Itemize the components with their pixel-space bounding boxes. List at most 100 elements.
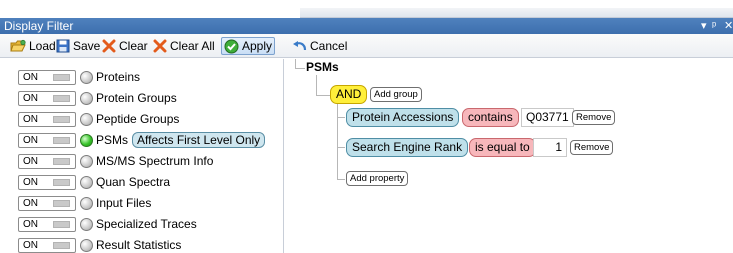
level-toggle[interactable]: ON [18, 111, 76, 127]
toggle-knob [53, 136, 70, 144]
folder-icon [10, 39, 26, 52]
broom-icon [102, 39, 116, 53]
cancel-label: Cancel [310, 39, 348, 53]
status-dot-icon [80, 238, 93, 252]
status-dot-icon [80, 91, 93, 105]
property-chip[interactable]: Protein Accessions [346, 108, 460, 127]
status-dot-icon [80, 217, 93, 231]
toggle-knob [53, 220, 70, 228]
operator-chip[interactable]: is equal to [469, 138, 536, 157]
tree-connector [316, 75, 317, 95]
undo-arrow-icon [293, 41, 307, 51]
toggle-knob [53, 241, 70, 249]
level-toggle[interactable]: ON [18, 216, 76, 232]
toggle-label: ON [23, 134, 38, 146]
toggle-knob [53, 73, 70, 81]
level-toggle[interactable]: ON [18, 90, 76, 106]
toggle-knob [53, 115, 70, 123]
level-toggle[interactable]: ON [18, 132, 76, 148]
title-band: Display Filter ▾ ᵖ ✕ [0, 18, 733, 34]
logical-operator-chip[interactable]: AND [330, 85, 368, 104]
clear-all-button[interactable]: Clear All [151, 37, 217, 55]
value-input[interactable]: 1 [533, 138, 567, 157]
level-row-result-statistics[interactable]: ON Result Statistics [18, 236, 181, 253]
apply-label: Apply [242, 39, 273, 53]
level-row-msms-spectrum-info[interactable]: ON MS/MS Spectrum Info [18, 152, 213, 170]
toggle-label: ON [23, 155, 38, 167]
save-button[interactable]: Save [54, 37, 102, 55]
status-dot-icon [80, 70, 93, 84]
level-toggle[interactable]: ON [18, 195, 76, 211]
level-label: Quan Spectra [96, 175, 171, 189]
level-row-specialized-traces[interactable]: ON Specialized Traces [18, 215, 197, 233]
level-list: ON Proteins ON Protein Groups ON Peptide… [0, 59, 284, 253]
toggle-knob [53, 199, 70, 207]
level-toggle[interactable]: ON [18, 237, 76, 253]
add-group-button[interactable]: Add group [370, 87, 422, 102]
tree-connector [316, 95, 330, 96]
title-bar: Display Filter ▾ ᵖ ✕ [0, 0, 733, 34]
affects-first-level-badge: Affects First Level Only [132, 132, 266, 148]
close-icon[interactable]: ✕ [724, 18, 733, 34]
clear-button[interactable]: Clear [100, 37, 150, 55]
apply-button[interactable]: Apply [221, 37, 276, 55]
save-label: Save [73, 39, 101, 53]
property-chip[interactable]: Search Engine Rank [346, 138, 469, 157]
tree-connector [337, 147, 345, 148]
status-dot-icon [80, 175, 93, 189]
level-toggle[interactable]: ON [18, 69, 76, 85]
level-row-psms[interactable]: ON PSMs Affects First Level Only [18, 131, 266, 149]
tree-connector [295, 59, 296, 68]
level-label: PSMs [96, 133, 129, 147]
level-row-protein-groups[interactable]: ON Protein Groups [18, 89, 177, 107]
toggle-label: ON [23, 197, 38, 209]
level-toggle[interactable]: ON [18, 153, 76, 169]
value-input[interactable]: Q03771 [521, 108, 574, 127]
status-dot-icon [80, 112, 93, 126]
tree-connector [337, 179, 345, 180]
toolbar: Load Save Clear Clear All Apply Cancel [0, 34, 733, 58]
remove-condition-button[interactable]: Remove [572, 110, 616, 125]
level-toggle[interactable]: ON [18, 174, 76, 190]
operator-chip[interactable]: contains [462, 108, 519, 127]
clear-all-label: Clear All [170, 39, 215, 53]
level-label: Proteins [96, 70, 141, 84]
status-dot-icon [80, 196, 93, 210]
level-label: Result Statistics [96, 238, 182, 252]
clear-label: Clear [119, 39, 148, 53]
toggle-knob [53, 178, 70, 186]
checkmark-icon [224, 39, 239, 53]
filter-root-label: PSMs [306, 60, 339, 74]
status-dot-icon [80, 154, 93, 168]
toggle-knob [53, 157, 70, 165]
floppy-disk-icon [56, 39, 70, 53]
level-label: Input Files [96, 196, 152, 210]
level-label: MS/MS Spectrum Info [96, 154, 214, 168]
toggle-knob [53, 94, 70, 102]
cancel-button[interactable]: Cancel [290, 37, 349, 55]
toggle-label: ON [23, 239, 38, 251]
level-label: Protein Groups [96, 91, 177, 105]
level-label: Peptide Groups [96, 112, 180, 126]
broom-all-icon [153, 39, 167, 53]
toggle-label: ON [23, 176, 38, 188]
title-strip [300, 8, 733, 18]
tree-connector [337, 117, 345, 118]
remove-condition-button[interactable]: Remove [570, 140, 614, 155]
level-row-input-files[interactable]: ON Input Files [18, 194, 151, 212]
tree-connector [295, 68, 305, 69]
dropdown-icon[interactable]: ▾ [701, 18, 707, 34]
level-label: Specialized Traces [96, 217, 197, 231]
load-button[interactable]: Load [8, 37, 58, 55]
toggle-label: ON [23, 92, 38, 104]
pin-icon[interactable]: ᵖ [712, 18, 716, 34]
level-row-proteins[interactable]: ON Proteins [18, 68, 140, 86]
level-row-quan-spectra[interactable]: ON Quan Spectra [18, 173, 170, 191]
load-label: Load [29, 39, 56, 53]
filter-tree: PSMs AND Add group Protein Accessions co… [285, 59, 733, 253]
level-row-peptide-groups[interactable]: ON Peptide Groups [18, 110, 179, 128]
add-property-button[interactable]: Add property [346, 171, 409, 186]
toggle-label: ON [23, 71, 38, 83]
toggle-label: ON [23, 113, 38, 125]
window-title: Display Filter [4, 19, 74, 33]
